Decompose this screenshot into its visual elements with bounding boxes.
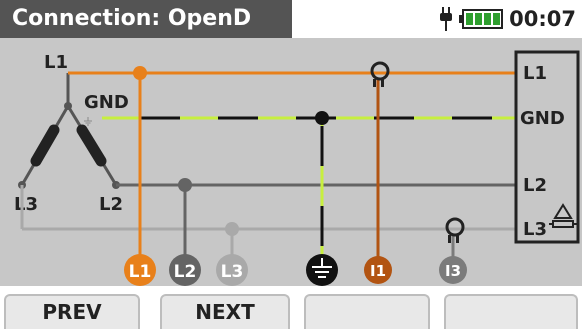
screen-title: Connection: OpenD [0,0,292,38]
badge-l3: L3 [216,254,248,286]
connection-screen: Connection: OpenD 00:07 L1 GND L3 L2 L1 … [0,0,582,329]
terminal-l2-label: L2 [523,175,547,196]
voltage-lead-l1 [133,66,147,266]
plug-icon [440,7,453,31]
badge-l1-label: L1 [129,262,152,282]
softkey-f3[interactable] [304,294,430,329]
voltage-lead-l2 [178,178,192,266]
badge-l1: L1 [124,254,156,286]
source-ground-symbol [84,117,92,126]
terminal-l1-label: L1 [523,63,547,84]
badge-i3: I3 [439,256,467,284]
badge-l3-label: L3 [221,262,244,282]
source-l2-label: L2 [99,194,123,215]
wiring-diagram: L1 GND L3 L2 L1 GND L2 L3 L1 L2 L3 I1 I3 [0,38,582,286]
source-gnd-label: GND [84,92,129,113]
badge-i1: I1 [364,256,392,284]
terminal-l3-label: L3 [523,219,547,240]
current-clamp-i1 [370,61,390,266]
status-area: 00:07 [439,0,576,38]
next-button[interactable]: NEXT [160,294,290,329]
softkey-bar: PREV NEXT [0,286,582,329]
terminal-gnd-label: GND [520,108,565,129]
source-l3-label: L3 [14,194,38,215]
ground-lead [315,111,329,266]
source-wye [18,73,120,189]
prev-button[interactable]: PREV [4,294,140,329]
status-bar: Connection: OpenD 00:07 [0,0,582,38]
ground-icon [306,254,338,286]
source-l1-label: L1 [44,52,68,73]
terminal-block: L1 GND L2 L3 [514,50,580,244]
badge-i3-label: I3 [445,262,461,280]
badge-i1-label: I1 [370,262,386,280]
softkey-f4[interactable] [444,294,578,329]
badge-l2: L2 [169,254,201,286]
clock: 00:07 [509,7,576,31]
battery-full-icon [459,9,504,29]
badge-l2-label: L2 [174,262,197,282]
source-labels: L1 GND L3 L2 [14,52,129,215]
